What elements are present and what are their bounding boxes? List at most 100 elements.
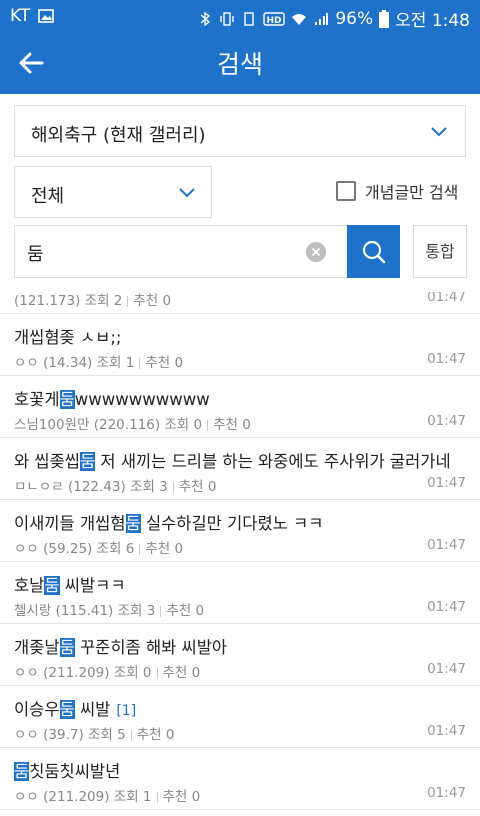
- result-recommend: 추천 0: [133, 293, 172, 309]
- result-recommend: 추천 0: [145, 541, 184, 557]
- result-time: 01:47: [427, 599, 466, 615]
- result-title: 둠칫둠칫씨발년: [14, 758, 120, 782]
- result-title-text: 저 새끼는 드리블 하는 와중에도 주사위가 굴러가네: [95, 452, 451, 471]
- hd-icon: HD: [263, 11, 286, 26]
- search-highlight: 둠: [79, 452, 96, 471]
- result-title-text: 개좆날: [14, 638, 60, 657]
- result-title-text: 와 씹좆씹: [14, 452, 80, 471]
- result-author: ㅇㅇ (14.34) 조회 1: [14, 355, 135, 371]
- result-title-text: 이새끼들 개씹혐: [14, 514, 126, 533]
- close-icon: [311, 247, 321, 257]
- search-highlight: 둠: [59, 638, 75, 657]
- result-row[interactable]: ㅋㅋ(121.173) 조회 2추천 001:47: [0, 292, 480, 314]
- search-input[interactable]: [25, 236, 309, 270]
- divider: [130, 729, 132, 741]
- results-list: ㅋㅋ(121.173) 조회 2추천 001:47개씹혐좆 ㅅㅂ;;ㅇㅇ (14…: [0, 292, 480, 816]
- result-time: 01:47: [427, 292, 466, 305]
- rotation-icon: [244, 11, 255, 26]
- chevron-down-icon: [179, 188, 195, 198]
- result-row[interactable]: 호꽃게둠wwwwwwwwww 스님100원만 (220.116) 조회 0 추천 0…: [0, 376, 480, 438]
- carrier-label: KT: [10, 6, 31, 26]
- bluetooth-icon: [200, 11, 211, 26]
- gallery-dropdown[interactable]: 해외축구 (현재 갤러리): [14, 105, 466, 157]
- result-author: 스님100원만 (220.116) 조회 0: [14, 417, 203, 433]
- search-type-dropdown[interactable]: 전체: [14, 166, 212, 218]
- vibrate-icon: [220, 11, 235, 26]
- result-title: 개씹혐좆 ㅅㅂ;;: [14, 324, 121, 348]
- chevron-down-icon: [431, 127, 447, 137]
- result-time: 01:47: [427, 785, 466, 801]
- result-title: 이새끼들 개씹혐둠 실수하길만 기다렸노 ㅋㅋ: [14, 510, 323, 534]
- result-row[interactable]: 개씹혐좆 ㅅㅂ;; ㅇㅇ (14.34) 조회 1 추천 0 01:47: [0, 314, 480, 376]
- result-time: 01:47: [427, 351, 466, 367]
- result-author: ㅇㅇ (211.209) 조회 1: [14, 789, 152, 805]
- result-row[interactable]: 와 씹좆씹둠 저 새끼는 드리블 하는 와중에도 주사위가 굴러가네 ㅁㄴㅇㄹ (…: [0, 438, 480, 500]
- divider: [172, 481, 174, 493]
- divider: [139, 543, 141, 555]
- result-title-text: 실수하길만 기다렸노 ㅋㅋ: [140, 514, 324, 533]
- gallery-icon: [38, 9, 55, 23]
- concept-only-checkbox[interactable]: [336, 181, 356, 201]
- app-bar: 검색: [0, 32, 480, 94]
- result-row[interactable]: 이승우둠 씨발 [1] ㅇㅇ (39.7) 조회 5 추천 0 01:47: [0, 686, 480, 748]
- result-title: 와 씹좆씹둠 저 새끼는 드리블 하는 와중에도 주사위가 굴러가네: [14, 448, 451, 472]
- result-time: 01:47: [427, 537, 466, 553]
- result-recommend: 추천 0: [166, 603, 205, 619]
- result-row[interactable]: 호날둠 씨발ㅋㅋ 첼시랑 (115.41) 조회 3 추천 0 01:47: [0, 562, 480, 624]
- search-type-value: 전체: [31, 186, 65, 207]
- search-highlight: 둠: [125, 514, 141, 533]
- clear-search-button[interactable]: [306, 242, 326, 262]
- result-meta: ㅇㅇ (59.25) 조회 6 추천 0: [14, 537, 183, 557]
- integrated-search-button[interactable]: 통합: [413, 225, 467, 278]
- result-author: ㅇㅇ (59.25) 조회 6: [14, 541, 135, 557]
- result-recommend: 추천 0: [136, 727, 175, 743]
- divider: [207, 419, 209, 431]
- result-title-text: wwwwwwwwww: [74, 390, 210, 409]
- result-title-text: 씨발: [74, 700, 111, 719]
- result-title-text: 호날: [14, 576, 45, 595]
- result-row[interactable]: 개좆날둠 꾸준히좀 해봐 씨발아 ㅇㅇ (211.209) 조회 0 추천 0 01:…: [0, 624, 480, 686]
- result-title: 개좆날둠 꾸준히좀 해봐 씨발아: [14, 634, 227, 658]
- result-row[interactable]: 둠칫둠칫씨발년 ㅇㅇ (211.209) 조회 1 추천 0 01:47: [0, 748, 480, 810]
- svg-text:HD: HD: [267, 16, 282, 26]
- result-time: 01:47: [427, 475, 466, 491]
- search-button[interactable]: [347, 225, 400, 278]
- result-title-text: 씨발ㅋㅋ: [59, 576, 126, 595]
- result-meta: ㅁㄴㅇㄹ (122.43) 조회 3 추천 0: [14, 475, 217, 495]
- result-row[interactable]: 이새끼들 개씹혐둠 실수하길만 기다렸노 ㅋㅋ ㅇㅇ (59.25) 조회 6 추천…: [0, 500, 480, 562]
- result-time: 01:47: [427, 413, 466, 429]
- result-meta: ㅇㅇ (211.209) 조회 1 추천 0: [14, 785, 200, 805]
- clock: 오전 1:48: [395, 11, 470, 31]
- comment-count: [1]: [116, 703, 137, 719]
- result-title-text: 꾸준히좀 해봐 씨발아: [74, 638, 228, 657]
- page-title: 검색: [216, 50, 263, 79]
- result-author: ㅇㅇ (211.209) 조회 0: [14, 665, 152, 681]
- divider: [127, 295, 129, 307]
- result-title: 호날둠 씨발ㅋㅋ: [14, 572, 126, 596]
- result-title-text: 칫둠칫씨발년: [29, 762, 121, 781]
- result-recommend: 추천 0: [162, 789, 201, 805]
- wifi-icon: [292, 13, 307, 25]
- search-highlight: 둠: [59, 700, 75, 719]
- status-bar: KT HD 96% 오전 1:48: [0, 0, 480, 32]
- concept-only-toggle[interactable]: 개념글만 검색: [336, 179, 458, 203]
- result-meta: ㅇㅇ (211.209) 조회 0 추천 0: [14, 661, 200, 681]
- result-title-text: 개씹혐좆 ㅅㅂ;;: [14, 328, 122, 347]
- search-highlight: 둠: [59, 390, 75, 409]
- divider: [156, 791, 158, 803]
- search-highlight: 둠: [14, 762, 30, 781]
- result-title: 이승우둠 씨발 [1]: [14, 696, 136, 720]
- result-meta: 스님100원만 (220.116) 조회 0 추천 0: [14, 413, 251, 433]
- result-title: 호꽃게둠wwwwwwwwww: [14, 386, 210, 410]
- result-meta: (121.173) 조회 2 추천 0: [14, 292, 171, 309]
- result-author: (121.173) 조회 2: [14, 293, 123, 309]
- concept-only-label: 개념글만 검색: [365, 183, 459, 202]
- result-recommend: 추천 0: [213, 417, 251, 433]
- result-recommend: 추천 0: [162, 665, 201, 681]
- result-author: ㅇㅇ (39.7) 조회 5: [14, 727, 126, 743]
- result-meta: ㅇㅇ (14.34) 조회 1 추천 0: [14, 351, 183, 371]
- gallery-dropdown-value: 해외축구 (현재 갤러리): [31, 125, 206, 146]
- result-meta: 첼시랑 (115.41) 조회 3 추천 0: [14, 599, 204, 619]
- result-time: 01:47: [427, 661, 466, 677]
- result-meta: ㅇㅇ (39.7) 조회 5 추천 0: [14, 723, 174, 743]
